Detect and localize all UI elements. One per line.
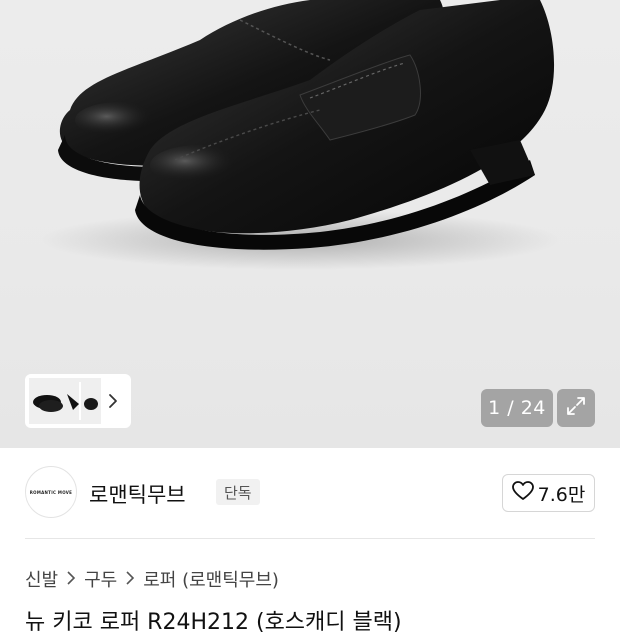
brand-name[interactable]: 로맨틱무브 (89, 479, 186, 509)
image-counter: 1 / 24 (481, 389, 553, 427)
like-button[interactable]: 7.6만 (502, 474, 595, 512)
breadcrumb-item-loafer[interactable]: 로퍼 (로맨틱무브) (143, 566, 279, 592)
divider (25, 538, 595, 539)
chevron-right-icon (66, 570, 76, 589)
product-image[interactable]: 1 / 24 (0, 0, 620, 448)
brand-logo[interactable]: ROMANTIC MOVE (25, 466, 77, 518)
expand-button[interactable] (557, 389, 595, 427)
thumbnail-image[interactable] (29, 378, 101, 424)
product-title: 뉴 키코 로퍼 R24H212 (호스캐디 블랙) (25, 610, 402, 635)
breadcrumb-item-dress-shoes[interactable]: 구두 (84, 566, 117, 592)
breadcrumb-item-shoes[interactable]: 신발 (25, 566, 58, 592)
brand-row: ROMANTIC MOVE 로맨틱무브 단독 7.6만 (25, 466, 595, 520)
like-count: 7.6만 (537, 483, 586, 506)
expand-icon (565, 395, 587, 421)
chevron-right-icon (125, 570, 135, 589)
chevron-right-icon[interactable] (103, 391, 123, 411)
breadcrumb: 신발 구두 로퍼 (로맨틱무브) (25, 566, 279, 592)
thumbnail-strip[interactable] (25, 374, 131, 428)
exclusive-badge: 단독 (216, 479, 260, 505)
heart-icon (511, 480, 534, 506)
